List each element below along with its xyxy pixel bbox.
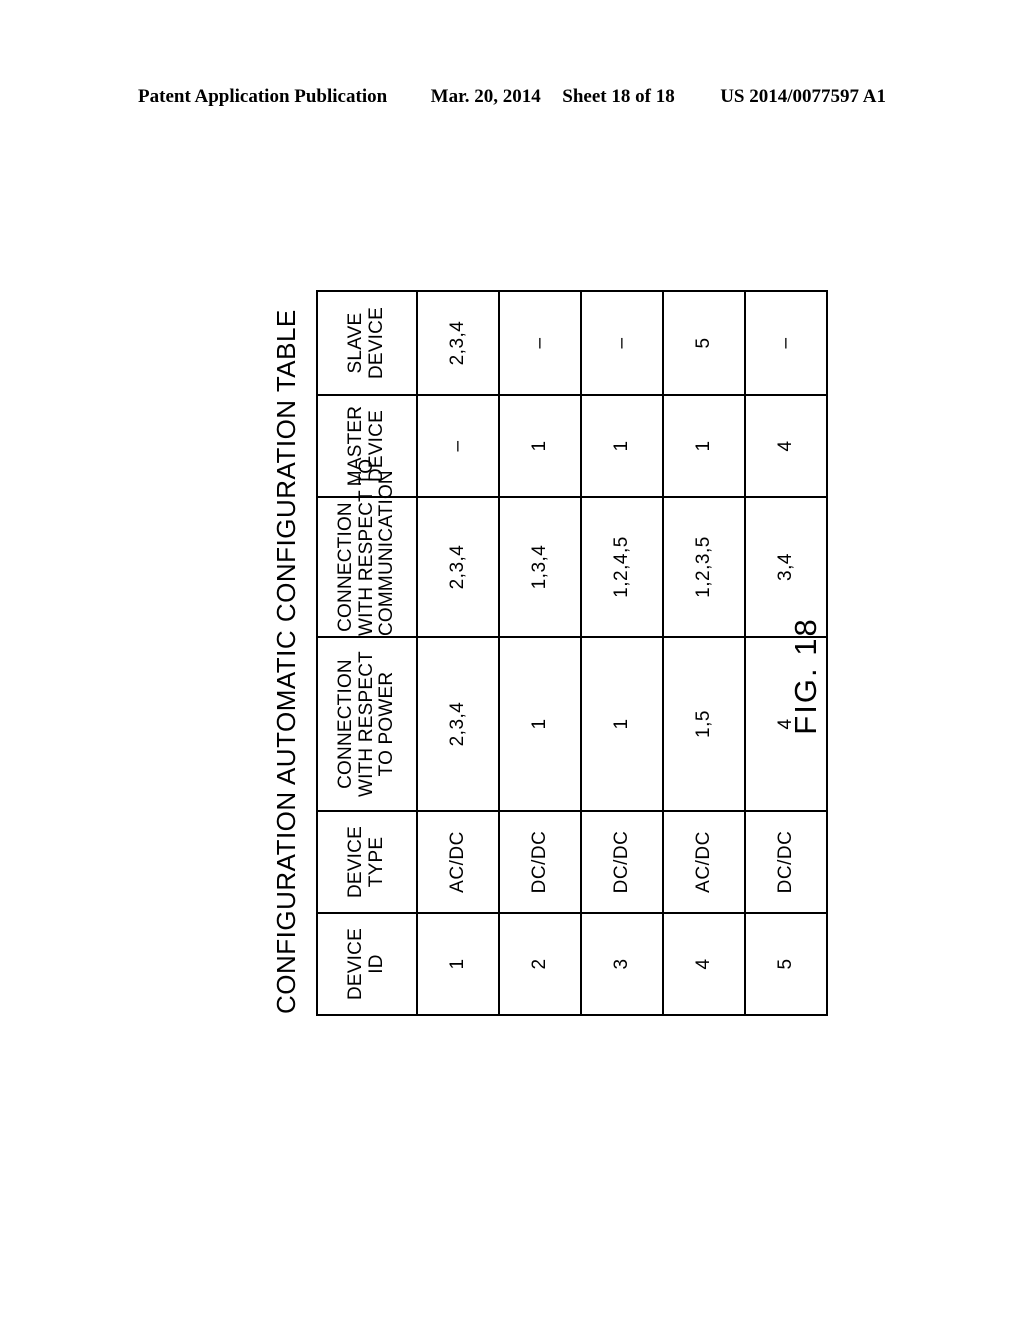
- cell-master-device: –: [417, 395, 499, 497]
- column-header-device-type: DEVICE TYPE: [317, 811, 417, 913]
- cell-device-id: 3: [581, 913, 663, 1015]
- cell-master-device: 1: [581, 395, 663, 497]
- cell-connection-communication: 1,3,4: [499, 497, 581, 637]
- column-header-connection-power: CONNECTION WITH RESPECT TO POWER: [317, 637, 417, 811]
- cell-device-type: DC/DC: [499, 811, 581, 913]
- cell-device-type: AC/DC: [663, 811, 745, 913]
- cell-connection-communication: 1,2,3,5: [663, 497, 745, 637]
- cell-slave-device: 5: [663, 291, 745, 395]
- cell-device-type: DC/DC: [745, 811, 827, 913]
- cell-master-device: 1: [499, 395, 581, 497]
- figure-caption: FIG. 18: [788, 617, 823, 735]
- cell-connection-communication: 1,2,4,5: [581, 497, 663, 637]
- figure-18: CONFIGURATION AUTOMATIC CONFIGURATION TA…: [0, 0, 1024, 1320]
- cell-device-id: 4: [663, 913, 745, 1015]
- table-row: 1 AC/DC 2,3,4 2,3,4 – 2,3,4: [417, 291, 499, 1015]
- cell-slave-device: –: [581, 291, 663, 395]
- table-row: 4 AC/DC 1,5 1,2,3,5 1 5: [663, 291, 745, 1015]
- cell-device-type: DC/DC: [581, 811, 663, 913]
- table-title: CONFIGURATION AUTOMATIC CONFIGURATION TA…: [271, 309, 301, 1014]
- cell-master-device: 1: [663, 395, 745, 497]
- cell-slave-device: –: [745, 291, 827, 395]
- table-row: 2 DC/DC 1 1,3,4 1 –: [499, 291, 581, 1015]
- rotated-table-group: CONFIGURATION AUTOMATIC CONFIGURATION TA…: [264, 290, 828, 1016]
- column-header-connection-communication: CONNECTION WITH RESPECT TO COMMUNICATION: [317, 459, 417, 637]
- cell-slave-device: –: [499, 291, 581, 395]
- cell-connection-power: 1: [499, 637, 581, 811]
- configuration-automatic-configuration-table: DEVICE ID DEVICE TYPE CONNECTION WITH RE…: [316, 290, 828, 1016]
- cell-device-id: 2: [499, 913, 581, 1015]
- cell-connection-power: 1,5: [663, 637, 745, 811]
- table-header-row: DEVICE ID DEVICE TYPE CONNECTION WITH RE…: [317, 291, 417, 1015]
- cell-connection-power: 2,3,4: [417, 637, 499, 811]
- column-header-master-device: MASTER DEVICE: [317, 395, 417, 497]
- cell-connection-communication: 3,4: [745, 497, 827, 637]
- cell-connection-communication: 2,3,4: [417, 497, 499, 637]
- column-header-device-id: DEVICE ID: [317, 913, 417, 1015]
- cell-master-device: 4: [745, 395, 827, 497]
- cell-device-type: AC/DC: [417, 811, 499, 913]
- table-row: 3 DC/DC 1 1,2,4,5 1 –: [581, 291, 663, 1015]
- cell-device-id: 1: [417, 913, 499, 1015]
- cell-slave-device: 2,3,4: [417, 291, 499, 395]
- cell-connection-power: 1: [581, 637, 663, 811]
- column-header-slave-device: SLAVE DEVICE: [317, 291, 417, 395]
- cell-device-id: 5: [745, 913, 827, 1015]
